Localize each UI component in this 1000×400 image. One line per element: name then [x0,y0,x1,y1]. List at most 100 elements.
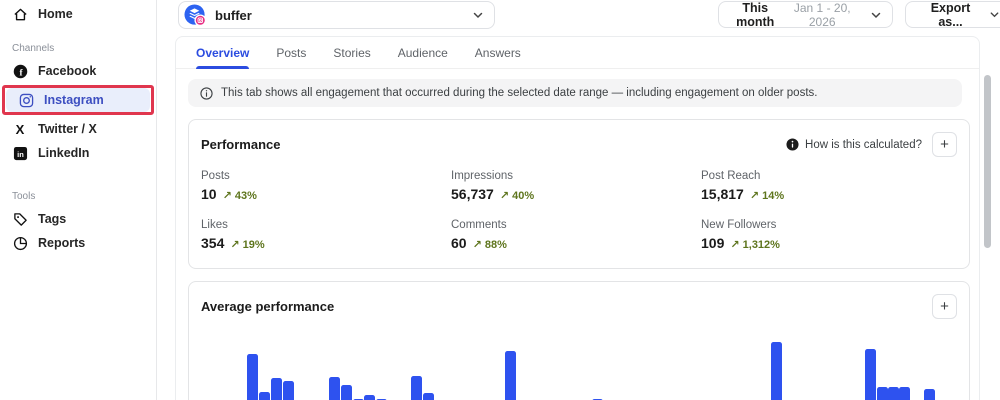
chevron-down-icon [870,9,882,21]
metric-label: Likes [201,219,228,231]
chart-bar [364,395,375,400]
chart-bar [271,378,282,400]
chart-bar [411,376,422,400]
add-metric-button[interactable]: + [932,132,957,157]
chart-bar [341,385,352,400]
tab-stories[interactable]: Stories [333,37,370,69]
sidebar-item-instagram[interactable]: Instagram [6,88,150,112]
chart-bar [259,392,270,400]
metric-delta: ↗ 88% [472,239,507,251]
metric-value: 354 [201,235,225,251]
metric-impressions: Impressions 56,737 ↗ 40% [451,170,701,202]
chart-bar [924,389,935,400]
reports-icon [12,235,28,251]
how-calculated-link[interactable]: How is this calculated? [786,138,922,151]
chart-bar [247,354,258,400]
sidebar-item-label: Home [38,7,73,21]
metric-label: Post Reach [701,170,761,182]
chart-bar [888,387,899,400]
channel-selector[interactable]: buffer [178,1,495,29]
linkedin-icon: in [12,145,28,161]
buffer-instagram-avatar [184,3,207,27]
chevron-down-icon [472,9,484,21]
sidebar-item-label: Instagram [44,93,104,107]
chart-bar [505,351,516,400]
channel-selector-label: buffer [215,7,252,23]
metric-value: 56,737 [451,186,494,202]
up-right-arrow-icon: ↗ [230,239,240,251]
main-content: buffer This month Jan 1 - 20, 2026 Expor… [157,0,1000,400]
export-button-label: Export as... [930,0,971,29]
sidebar-item-twitter-x[interactable]: X Twitter / X [0,117,156,141]
up-right-arrow-icon: ↗ [730,239,740,251]
sidebar-item-facebook[interactable]: f Facebook [0,59,156,83]
facebook-icon: f [12,63,28,79]
metric-delta: ↗ 14% [749,190,785,202]
tab-overview[interactable]: Overview [196,37,250,69]
up-right-arrow-icon: ↗ [499,190,510,202]
tab-bar: Overview Posts Stories Audience Answers [176,37,979,69]
chart-bar [283,381,294,400]
how-calculated-label: How is this calculated? [805,138,922,151]
sidebar-item-home[interactable]: Home [0,2,156,26]
app-root: Home Channels f Facebook Instagram X Twi… [0,0,1000,400]
sidebar-section-title-channels: Channels [12,43,55,54]
metric-value: 15,817 [701,186,744,202]
chart-bar [423,393,434,400]
sidebar-section-title-tools: Tools [12,191,36,202]
chart-bar [771,342,782,400]
sidebar-item-label: Tags [38,212,67,226]
sidebar-item-label: Reports [38,236,86,250]
metric-posts: Posts 10 ↗ 43% [201,170,451,202]
metric-delta: ↗ 19% [230,239,265,251]
svg-text:in: in [17,149,24,158]
scrollbar-thumb[interactable] [984,75,991,248]
up-right-arrow-icon: ↗ [749,190,760,202]
metric-label: Comments [451,219,507,231]
chevron-down-icon [989,9,1000,20]
chart-bar [899,387,910,400]
chart-bar [865,349,876,400]
tab-answers[interactable]: Answers [475,37,521,69]
metric-comments: Comments 60 ↗ 88% [451,219,701,251]
analytics-panel: Overview Posts Stories Audience Answers … [175,36,980,400]
sidebar-item-label: Twitter / X [38,122,97,136]
sidebar-item-linkedin[interactable]: in LinkedIn [0,141,156,165]
date-range-label: Jan 1 - 20, 2026 [793,0,851,29]
metric-value: 10 [201,186,217,202]
tab-audience[interactable]: Audience [398,37,448,69]
performance-metrics: Posts 10 ↗ 43% Impressions 56,737 ↗ 40% Po… [189,157,969,251]
sidebar-item-label: Facebook [38,64,97,78]
metric-value: 60 [451,235,467,251]
export-button[interactable]: Export as... [905,0,1000,29]
up-right-arrow-icon: ↗ [472,239,482,251]
metric-new-followers: New Followers 109 ↗ 1,312% [701,219,957,251]
metric-delta: ↗ 40% [499,190,535,202]
info-banner: This tab shows all engagement that occur… [188,79,962,107]
average-performance-card: Average performance + [188,281,970,400]
tag-icon [12,211,28,227]
sidebar-item-tags[interactable]: Tags [0,207,156,231]
metric-label: Impressions [451,170,513,182]
date-range-selector[interactable]: This month Jan 1 - 20, 2026 [718,0,893,29]
info-filled-icon [786,138,799,151]
info-banner-text: This tab shows all engagement that occur… [221,87,818,99]
metric-delta: ↗ 1,312% [730,239,780,251]
scrollbar[interactable] [984,36,992,400]
performance-card: Performance How is this calculated? + Po… [188,119,970,269]
sidebar-item-label: LinkedIn [38,146,90,160]
performance-card-title: Performance [201,137,281,152]
date-preset-label: This month [736,0,775,29]
chart-bar [877,387,888,400]
annotation-highlight-box: Instagram [2,85,154,115]
metric-value: 109 [701,235,725,251]
sidebar-item-reports[interactable]: Reports [0,231,156,255]
metric-delta: ↗ 43% [222,190,257,202]
sidebar: Home Channels f Facebook Instagram X Twi… [0,0,157,400]
info-icon [200,86,213,100]
chart-bar [329,377,340,400]
metric-post-reach: Post Reach 15,817 ↗ 14% [701,170,957,202]
tab-posts[interactable]: Posts [276,37,306,69]
home-icon [12,6,28,22]
metric-label: Posts [201,170,230,182]
